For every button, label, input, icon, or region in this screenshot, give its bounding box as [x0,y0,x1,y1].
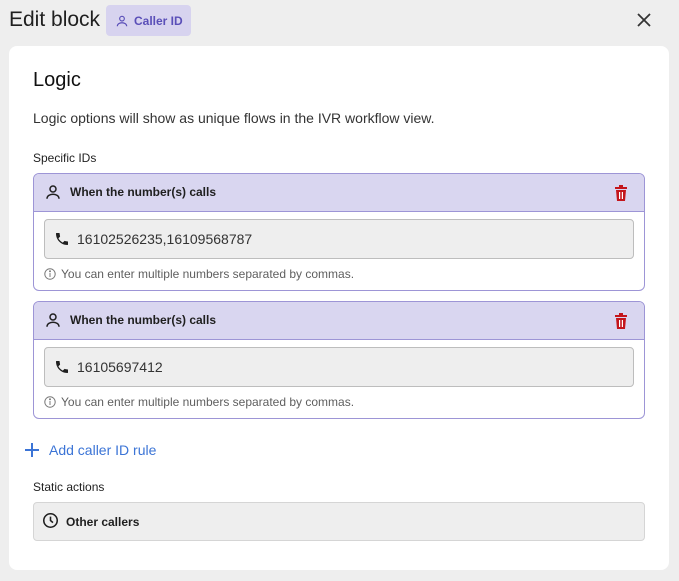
other-callers-label: Other callers [66,515,140,529]
add-caller-id-rule-button[interactable]: Add caller ID rule [24,442,156,458]
caller-id-badge: Caller ID [106,5,191,36]
phone-numbers-input[interactable] [77,229,617,249]
header: Edit block Caller ID [0,0,679,44]
phone-icon [56,361,68,373]
rule-title: When the number(s) calls [70,185,217,199]
specific-ids-label: Specific IDs [33,151,97,165]
hint-text: You can enter multiple numbers separated… [61,395,355,409]
hint: You can enter multiple numbers separated… [44,267,354,281]
logic-card: Logic Logic options will show as unique … [9,46,669,570]
phone-numbers-field[interactable] [44,219,634,259]
trash-icon[interactable] [614,313,628,329]
static-actions-label: Static actions [33,480,105,494]
phone-icon [56,233,68,245]
hint-text: You can enter multiple numbers separated… [61,267,355,281]
other-callers-action[interactable]: Other callers [33,502,645,541]
phone-numbers-field[interactable] [44,347,634,387]
caller-id-rule: When the number(s) calls You can enter m… [33,301,645,419]
logic-description: Logic options will show as unique flows … [33,110,435,126]
info-icon [44,268,56,280]
badge-label: Caller ID [134,13,183,28]
logic-title: Logic [33,69,81,91]
page-title: Edit block [9,8,101,31]
person-icon [116,15,128,26]
info-icon [44,396,56,408]
rule-header: When the number(s) calls [34,174,644,212]
add-rule-label: Add caller ID rule [49,442,157,458]
rule-title: When the number(s) calls [70,313,217,327]
close-icon [637,13,651,27]
person-icon [46,185,60,199]
plus-icon [25,443,39,457]
caller-id-rule: When the number(s) calls You can enter m… [33,173,645,291]
person-icon [46,313,60,327]
rule-header: When the number(s) calls [34,302,644,340]
clock-icon [42,512,59,529]
close-button[interactable] [632,8,656,32]
phone-numbers-input[interactable] [77,357,617,377]
trash-icon[interactable] [614,185,628,201]
hint: You can enter multiple numbers separated… [44,395,354,409]
